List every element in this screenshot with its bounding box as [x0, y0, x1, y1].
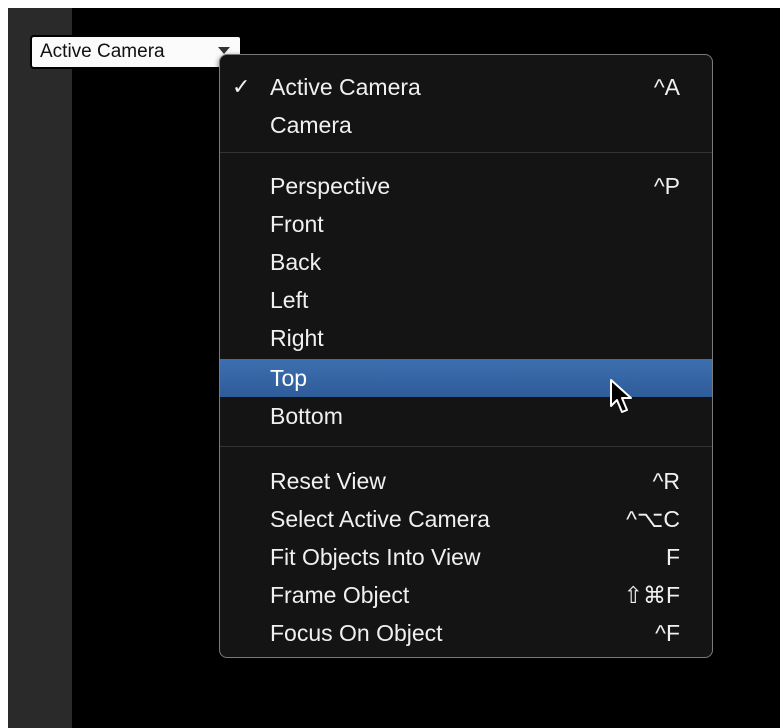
menu-item-shortcut: ^⌥C: [626, 505, 680, 532]
menu-item-bottom[interactable]: Bottom: [220, 397, 712, 435]
menu-item-left[interactable]: Left: [220, 281, 712, 319]
menu-item-front[interactable]: Front: [220, 205, 712, 243]
camera-view-popup[interactable]: Active Camera: [30, 35, 242, 69]
menu-separator: [220, 446, 712, 447]
menu-item-shortcut: ^P: [653, 172, 680, 199]
mouse-pointer-icon: [610, 379, 632, 413]
chevron-down-icon: [218, 47, 230, 54]
menu-item-shortcut: ^R: [652, 467, 680, 494]
camera-view-menu: ✓ Active Camera ^A Camera Perspective ^P…: [219, 54, 713, 658]
left-panel-strip: [8, 8, 72, 728]
menu-item-label: Top: [270, 364, 308, 391]
menu-item-perspective[interactable]: Perspective ^P: [220, 167, 712, 205]
menu-item-camera[interactable]: Camera: [220, 106, 712, 144]
menu-item-shortcut: ^A: [653, 73, 680, 100]
menu-item-label: Perspective: [270, 172, 391, 199]
menu-item-active-camera[interactable]: ✓ Active Camera ^A: [220, 68, 712, 106]
menu-separator: [220, 152, 712, 153]
menu-item-label: Camera: [270, 111, 352, 138]
camera-view-popup-label: Active Camera: [40, 41, 165, 62]
menu-item-label: Select Active Camera: [270, 505, 490, 532]
menu-item-label: Focus On Object: [270, 619, 443, 646]
menu-item-top[interactable]: Top: [220, 359, 712, 397]
menu-item-shortcut: ⇧⌘F: [623, 581, 680, 608]
menu-item-focus-on-object[interactable]: Focus On Object ^F: [220, 614, 712, 652]
menu-item-select-active-camera[interactable]: Select Active Camera ^⌥C: [220, 500, 712, 538]
menu-item-label: Left: [270, 286, 309, 313]
menu-item-frame-object[interactable]: Frame Object ⇧⌘F: [220, 576, 712, 614]
menu-item-right[interactable]: Right: [220, 319, 712, 357]
menu-item-label: Bottom: [270, 402, 343, 429]
menu-item-shortcut: F: [665, 543, 680, 570]
menu-item-back[interactable]: Back: [220, 243, 712, 281]
menu-item-label: Reset View: [270, 467, 386, 494]
menu-item-label: Right: [270, 324, 324, 351]
menu-item-label: Fit Objects Into View: [270, 543, 481, 570]
menu-item-label: Active Camera: [270, 73, 421, 100]
menu-item-shortcut: ^F: [655, 619, 680, 646]
menu-item-label: Frame Object: [270, 581, 410, 608]
menu-item-label: Back: [270, 248, 322, 275]
menu-item-reset-view[interactable]: Reset View ^R: [220, 462, 712, 500]
menu-item-fit-objects-into-view[interactable]: Fit Objects Into View F: [220, 538, 712, 576]
menu-item-label: Front: [270, 210, 324, 237]
checkmark-icon: ✓: [232, 74, 251, 99]
